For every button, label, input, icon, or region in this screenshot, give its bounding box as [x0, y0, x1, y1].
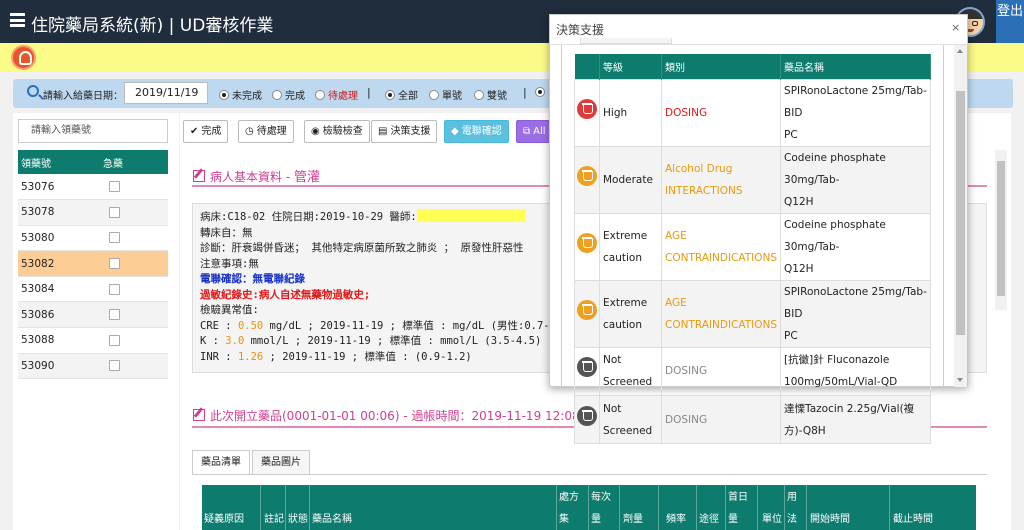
- col-route: 途徑: [699, 514, 719, 525]
- external-link-icon: ⧉: [523, 126, 531, 137]
- col-dose: 每次: [591, 492, 611, 503]
- col-prescribe: 處方: [559, 492, 579, 503]
- table-row[interactable]: 53090: [18, 353, 168, 380]
- radio-pending[interactable]: 待處理: [315, 87, 358, 102]
- edit-icon: [193, 409, 205, 421]
- date-label: 請輸入給藥日期：: [43, 91, 123, 102]
- done-button[interactable]: ✔ 完成: [183, 120, 229, 143]
- pending-button[interactable]: ◷ 待處理: [238, 120, 294, 143]
- phone-confirm-button[interactable]: ◆ 電聯確認: [444, 120, 509, 143]
- radio-all[interactable]: 全部: [385, 87, 418, 102]
- mortar-icon-not-screened: [577, 357, 597, 378]
- logout-button[interactable]: 登出: [996, 0, 1024, 43]
- col-urgent: 急藥: [100, 150, 168, 174]
- table-row[interactable]: 53080: [18, 225, 168, 252]
- tag-icon: ◆: [451, 126, 459, 137]
- col-start-time: 開始時間: [810, 514, 850, 525]
- col-unit: 單位: [762, 514, 782, 525]
- dialog-title: 決策支援: [556, 23, 605, 37]
- scroll-up-icon[interactable]: [957, 49, 963, 53]
- close-icon[interactable]: ×: [951, 21, 960, 34]
- prescription-search-input[interactable]: 請輸入領藥號: [18, 119, 168, 143]
- table-row[interactable]: 53086: [18, 301, 168, 329]
- drug-table-header: 疑義原因 註記 狀態 藥品名稱 處方 集 每次 量 劑量 頻率 途徑 首日 量 …: [202, 485, 976, 530]
- radio-complete[interactable]: 完成: [272, 87, 305, 102]
- all-button[interactable]: ⧉ All: [516, 120, 550, 143]
- table-row[interactable]: 53078: [18, 199, 168, 226]
- filter-separator-2: |: [523, 86, 527, 99]
- eye-icon: ◉: [311, 126, 320, 137]
- doctor-name-redacted: [416, 209, 525, 222]
- patient-scrollbar[interactable]: [995, 150, 1007, 310]
- tab-drug-images[interactable]: 藥品圖片: [252, 450, 310, 474]
- col-end-time: 截止時間: [893, 514, 933, 525]
- hospital-logo-icon: [11, 45, 36, 70]
- col-level: 等級: [599, 54, 662, 79]
- search-icon: [27, 85, 39, 97]
- urgent-checkbox[interactable]: [109, 232, 120, 244]
- orders-section-title: 此次開立藥品(0001-01-01 00:06) - 過帳時間：2019-11-…: [193, 407, 580, 424]
- col-drug-name: 藥品名稱: [312, 514, 352, 525]
- filter-separator: |: [367, 86, 371, 99]
- prescription-list-panel: 請輸入領藥號 領藥號 急藥 53076 53078 53080 53082 53…: [13, 113, 179, 530]
- list-icon: ▤: [378, 126, 388, 137]
- wine-glass-icon: [577, 165, 597, 186]
- urgent-checkbox[interactable]: [109, 309, 120, 321]
- table-row[interactable]: Not Screened DOSING [抗黴]針 Fluconazole 100m…: [574, 346, 931, 396]
- age-icon: [577, 299, 597, 320]
- app-title: 住院藥局系統(新) | UD審核作業: [31, 16, 274, 36]
- radio-odd[interactable]: 單號: [429, 87, 462, 102]
- tab-divider: [192, 474, 987, 475]
- tab-drug-list[interactable]: 藥品清單: [192, 450, 250, 474]
- date-input[interactable]: 2019/11/19: [124, 82, 208, 104]
- clock-icon: ◷: [245, 126, 254, 137]
- scroll-down-icon[interactable]: [957, 378, 963, 382]
- col-rx-number: 領藥號: [18, 150, 100, 174]
- urgent-checkbox[interactable]: [109, 334, 120, 346]
- table-row[interactable]: Extreme caution AGE CONTRAINDICATIONS SPIR…: [574, 279, 931, 348]
- urgent-checkbox[interactable]: [109, 258, 120, 270]
- urgent-checkbox[interactable]: [109, 181, 120, 193]
- mortar-icon-not-screened: [577, 405, 597, 426]
- radio-more[interactable]: [535, 87, 548, 99]
- decision-support-button[interactable]: ▤ 決策支援: [371, 120, 438, 143]
- menu-icon[interactable]: [10, 13, 25, 27]
- col-total: 劑量: [623, 514, 643, 525]
- col-drug-name: 藥品名稱: [780, 54, 931, 79]
- edit-icon: [193, 170, 205, 182]
- col-note: 註記: [264, 514, 284, 525]
- table-row[interactable]: 53076: [18, 174, 168, 201]
- col-status: 狀態: [288, 514, 308, 525]
- table-row[interactable]: 53088: [18, 327, 168, 354]
- urgent-checkbox[interactable]: [109, 206, 120, 218]
- col-usage: 用: [787, 492, 797, 503]
- table-row-selected[interactable]: 53082: [18, 250, 168, 277]
- lab-button[interactable]: ◉ 檢驗檢查: [304, 120, 370, 143]
- urgent-checkbox[interactable]: [109, 360, 120, 372]
- mortar-icon-high: [577, 98, 597, 119]
- table-row[interactable]: High DOSING SPIRonoLactone 25mg/Tab-BID P…: [574, 78, 931, 147]
- urgent-checkbox[interactable]: [109, 283, 120, 295]
- col-reason: 疑義原因: [204, 514, 244, 525]
- col-first-day: 首日: [728, 492, 748, 503]
- prescription-table: 領藥號 急藥 53076 53078 53080 53082 53084 530…: [18, 150, 168, 380]
- table-row[interactable]: Not Screened DOSING 達慄Tazocin 2.25g/Vial(…: [574, 394, 931, 445]
- decision-support-table: 等級 類別 藥品名稱 High DOSING SPIRonoLactone 25…: [574, 54, 931, 445]
- dialog-scrollbar[interactable]: [954, 45, 967, 387]
- table-row[interactable]: Extreme caution AGE CONTRAINDICATIONS Code…: [574, 212, 931, 281]
- radio-incomplete[interactable]: 未完成: [219, 87, 262, 102]
- radio-even[interactable]: 雙號: [474, 87, 507, 102]
- table-row[interactable]: 53084: [18, 276, 168, 303]
- age-icon: [577, 232, 597, 253]
- patient-section-title: 病人基本資料 - 管灌: [193, 166, 320, 185]
- col-category: 類別: [661, 54, 782, 79]
- col-frequency: 頻率: [666, 514, 686, 525]
- table-row[interactable]: Moderate Alcohol Drug INTERACTIONS Codein…: [574, 145, 931, 214]
- check-icon: ✔: [190, 126, 199, 137]
